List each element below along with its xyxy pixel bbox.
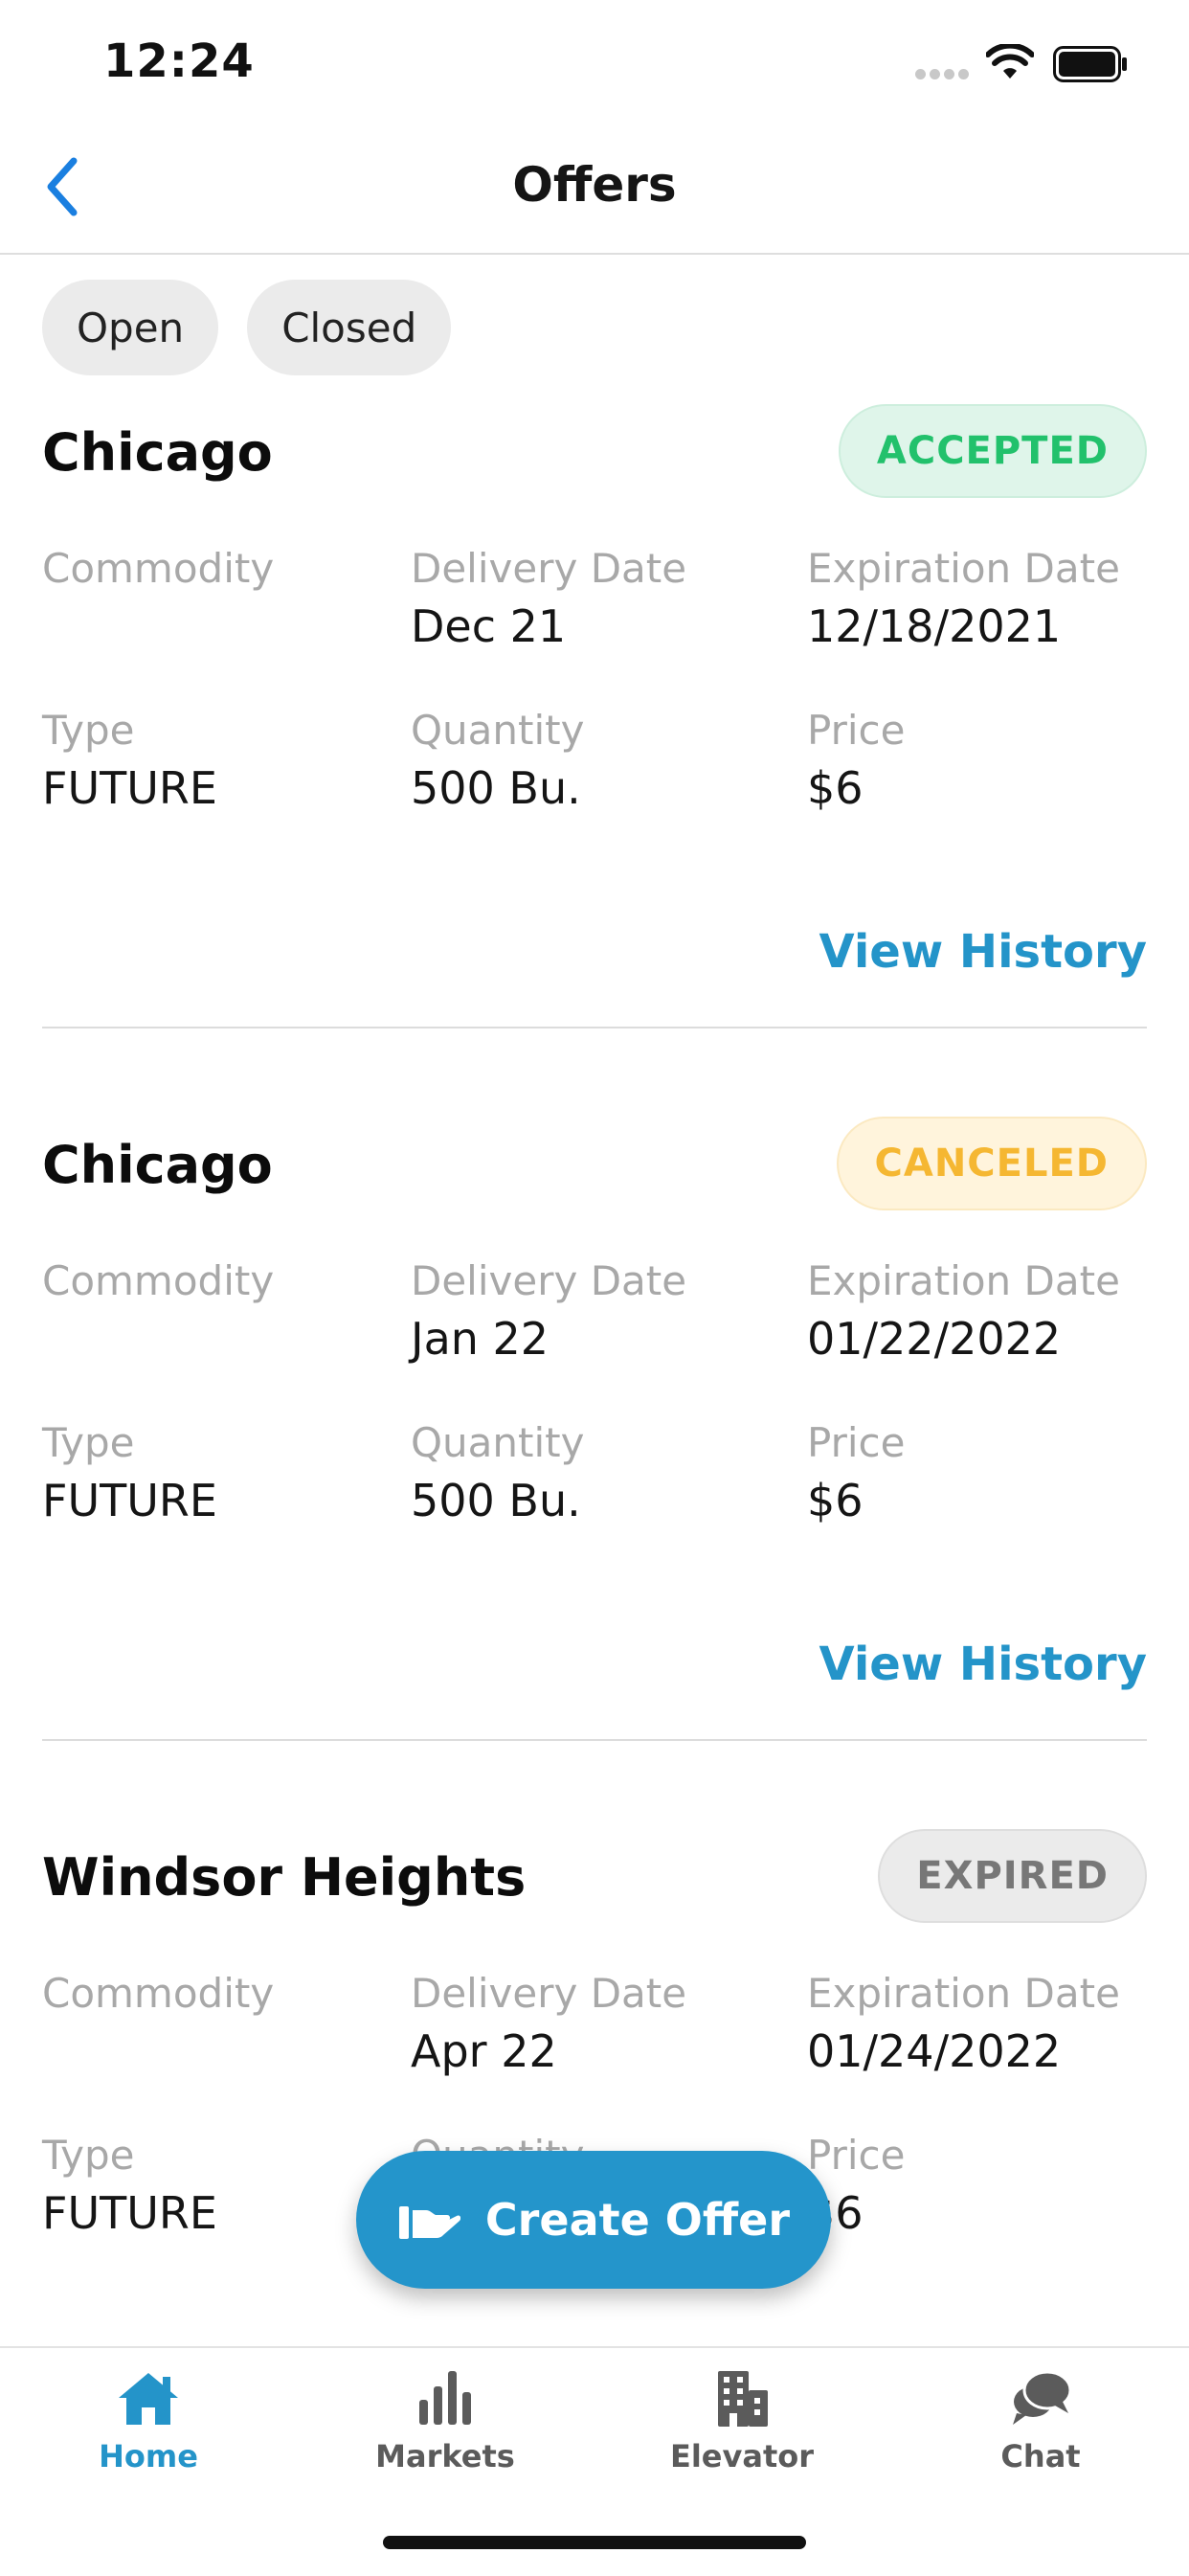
delivery-date-value: Jan 22 (411, 1313, 550, 1365)
home-indicator (383, 2536, 806, 2549)
quantity-field: Quantity 500 Bu. (411, 704, 585, 819)
commodity-label: Commodity (42, 1257, 275, 1304)
bar-chart-icon (419, 2371, 471, 2425)
delivery-date-field: Delivery Date Apr 22 (411, 1967, 686, 2082)
type-value: FUTURE (42, 1475, 217, 1526)
commodity-value (42, 1308, 274, 1369)
home-icon (119, 2373, 178, 2425)
offer-location: Windsor Heights (42, 1847, 527, 1908)
delivery-date-field: Delivery Date Dec 21 (411, 542, 686, 657)
cellular-signal-icon (915, 69, 969, 82)
type-field: Type FUTURE (42, 2129, 217, 2244)
commodity-field: Commodity (42, 542, 274, 657)
price-label: Price (807, 2132, 906, 2179)
delivery-date-field: Delivery Date Jan 22 (411, 1254, 686, 1369)
expiration-date-label: Expiration Date (807, 1257, 1120, 1304)
status-badge-accepted: ACCEPTED (838, 404, 1147, 498)
commodity-field: Commodity (42, 1254, 274, 1369)
create-offer-label: Create Offer (484, 2194, 791, 2246)
offer-location: Chicago (42, 422, 273, 483)
commodity-value (42, 596, 274, 657)
building-icon (718, 2371, 768, 2427)
status-bar: 12:24 (0, 0, 1189, 124)
offer-card[interactable]: Chicago CANCELED Commodity Delivery Date… (42, 1117, 1147, 1745)
expiration-date-label: Expiration Date (807, 1970, 1120, 2017)
quantity-label: Quantity (411, 1419, 585, 1466)
offer-location: Chicago (42, 1135, 273, 1195)
commodity-field: Commodity (42, 1967, 274, 2082)
expiration-date-value: 12/18/2021 (807, 600, 1062, 652)
tab-elevator[interactable]: Elevator (646, 2367, 838, 2492)
view-history-link[interactable]: View History (819, 925, 1147, 979)
type-label: Type (42, 2132, 135, 2179)
quantity-value: 500 Bu. (411, 762, 581, 814)
tab-markets[interactable]: Markets (349, 2367, 541, 2492)
tab-elevator-label: Elevator (669, 2438, 815, 2474)
price-field: Price $6 (807, 704, 905, 819)
commodity-label: Commodity (42, 545, 275, 592)
commodity-value (42, 2021, 274, 2082)
offer-card[interactable]: Chicago ACCEPTED Commodity Delivery Date… (42, 404, 1147, 1032)
expiration-date-field: Expiration Date 12/18/2021 (807, 542, 1120, 657)
tab-chat-label: Chat (1000, 2438, 1081, 2474)
type-field: Type FUTURE (42, 704, 217, 819)
quantity-field: Quantity 500 Bu. (411, 1416, 585, 1531)
expiration-date-value: 01/22/2022 (807, 1313, 1062, 1365)
price-label: Price (807, 707, 906, 754)
create-offer-button[interactable]: Create Offer (356, 2151, 831, 2289)
price-field: Price $6 (807, 1416, 905, 1531)
tab-home-label: Home (99, 2438, 198, 2474)
status-badge-canceled: CANCELED (836, 1117, 1147, 1210)
quantity-value: 500 Bu. (411, 1475, 581, 1526)
tab-markets-label: Markets (375, 2438, 515, 2474)
filter-closed-chip[interactable]: Closed (247, 280, 452, 375)
expiration-date-field: Expiration Date 01/22/2022 (807, 1254, 1120, 1369)
delivery-date-label: Delivery Date (411, 545, 687, 592)
delivery-date-label: Delivery Date (411, 1257, 687, 1304)
chat-bubbles-icon (1013, 2370, 1072, 2425)
expiration-date-value: 01/24/2022 (807, 2025, 1062, 2077)
price-label: Price (807, 1419, 906, 1466)
expiration-date-field: Expiration Date 01/24/2022 (807, 1967, 1120, 2082)
commodity-label: Commodity (42, 1970, 275, 2017)
expiration-date-label: Expiration Date (807, 545, 1120, 592)
type-value: FUTURE (42, 762, 217, 814)
delivery-date-value: Dec 21 (411, 600, 567, 652)
tab-home[interactable]: Home (53, 2367, 244, 2492)
tab-chat[interactable]: Chat (945, 2367, 1136, 2492)
page-title: Offers (512, 157, 677, 213)
card-divider (42, 1027, 1147, 1028)
type-value: FUTURE (42, 2187, 217, 2239)
view-history-link[interactable]: View History (819, 1638, 1147, 1691)
type-label: Type (42, 707, 135, 754)
hand-offer-icon (398, 2206, 460, 2239)
card-divider (42, 1739, 1147, 1741)
nav-header: Offers (0, 124, 1189, 255)
quantity-label: Quantity (411, 707, 585, 754)
type-field: Type FUTURE (42, 1416, 217, 1531)
price-value: $6 (807, 1475, 864, 1526)
filter-open-chip[interactable]: Open (42, 280, 219, 375)
filter-tabs: Open Closed (42, 280, 452, 375)
delivery-date-label: Delivery Date (411, 1970, 687, 2017)
type-label: Type (42, 1419, 135, 1466)
wifi-icon (986, 44, 1034, 79)
price-value: $6 (807, 762, 864, 814)
status-badge-expired: EXPIRED (878, 1829, 1147, 1923)
battery-icon (1053, 46, 1127, 82)
status-time: 12:24 (103, 34, 255, 88)
delivery-date-value: Apr 22 (411, 2025, 557, 2077)
